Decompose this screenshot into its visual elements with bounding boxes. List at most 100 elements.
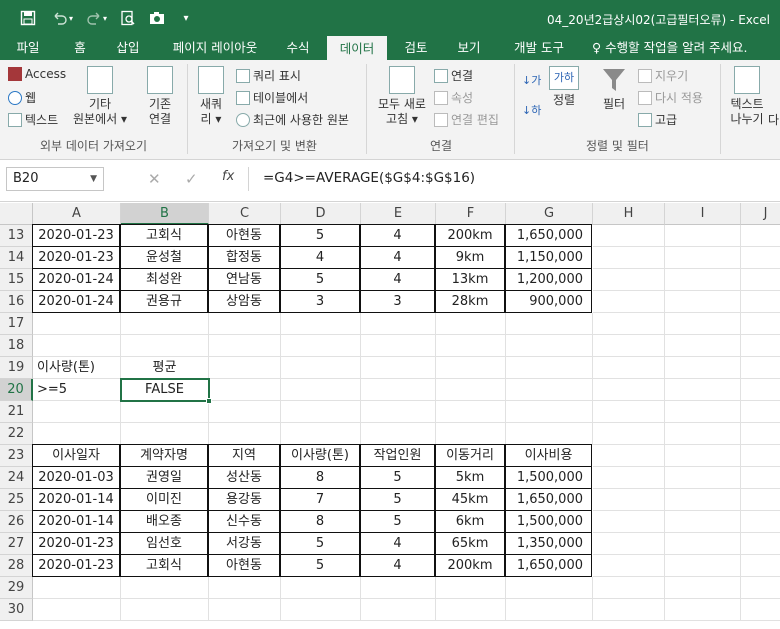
cell-e26[interactable]: 5 — [360, 510, 435, 533]
filter-button[interactable]: 필터 — [596, 66, 632, 112]
print-preview-icon[interactable] — [118, 8, 138, 28]
cell-d19[interactable] — [281, 357, 361, 379]
cell-j23[interactable] — [741, 445, 780, 467]
row-header-17[interactable]: 17 — [0, 313, 33, 335]
row-header-14[interactable]: 14 — [0, 247, 33, 269]
cell-a29[interactable] — [33, 577, 121, 599]
cell-e29[interactable] — [361, 577, 436, 599]
cell-f21[interactable] — [436, 401, 506, 423]
cell-a14[interactable]: 2020-01-23 — [32, 246, 120, 269]
fill-handle[interactable] — [206, 398, 212, 404]
column-header-c[interactable]: C — [209, 203, 281, 225]
cell-c21[interactable] — [209, 401, 281, 423]
cell-c19[interactable] — [209, 357, 281, 379]
cell-h25[interactable] — [593, 489, 665, 511]
cell-c14[interactable]: 합정동 — [208, 246, 280, 269]
cell-c17[interactable] — [209, 313, 281, 335]
cell-d24[interactable]: 8 — [280, 466, 360, 489]
cell-a16[interactable]: 2020-01-24 — [32, 290, 120, 313]
cell-h19[interactable] — [593, 357, 665, 379]
cell-d28[interactable]: 5 — [280, 554, 360, 577]
cell-a17[interactable] — [33, 313, 121, 335]
cell-c16[interactable]: 상암동 — [208, 290, 280, 313]
cell-i18[interactable] — [665, 335, 741, 357]
show-queries-button[interactable]: 쿼리 표시 — [236, 67, 301, 84]
cell-g27[interactable]: 1,350,000 — [505, 532, 592, 555]
cell-h13[interactable] — [593, 225, 665, 247]
cell-g19[interactable] — [506, 357, 593, 379]
cell-a30[interactable] — [33, 599, 121, 621]
cell-b23[interactable]: 계약자명 — [120, 444, 208, 467]
cell-h14[interactable] — [593, 247, 665, 269]
cell-a27[interactable]: 2020-01-23 — [32, 532, 120, 555]
cell-f25[interactable]: 45km — [435, 488, 505, 511]
from-other-sources-button[interactable]: 기타 원본에서 ▾ — [70, 66, 130, 127]
cell-g30[interactable] — [506, 599, 593, 621]
cell-f13[interactable]: 200km — [435, 224, 505, 247]
cell-j17[interactable] — [741, 313, 780, 335]
cell-c27[interactable]: 서강동 — [208, 532, 280, 555]
cell-h26[interactable] — [593, 511, 665, 533]
formula-input[interactable]: =G4>=AVERAGE($G$4:$G$16) — [248, 167, 776, 191]
cell-d25[interactable]: 7 — [280, 488, 360, 511]
cell-d29[interactable] — [281, 577, 361, 599]
row-header-28[interactable]: 28 — [0, 555, 33, 577]
sort-descending-button[interactable]: ↓하 — [522, 102, 541, 118]
text-to-columns-button[interactable]: 텍스트 나누기 — [726, 66, 768, 127]
cell-h29[interactable] — [593, 577, 665, 599]
cell-a28[interactable]: 2020-01-23 — [32, 554, 120, 577]
cell-i22[interactable] — [665, 423, 741, 445]
column-header-i[interactable]: I — [665, 203, 741, 225]
cell-h22[interactable] — [593, 423, 665, 445]
cell-g23[interactable]: 이사비용 — [505, 444, 592, 467]
row-header-24[interactable]: 24 — [0, 467, 33, 489]
cell-e25[interactable]: 5 — [360, 488, 435, 511]
customize-quick-access-icon[interactable]: ▾ — [176, 8, 196, 28]
cell-i21[interactable] — [665, 401, 741, 423]
camera-icon[interactable] — [148, 8, 168, 28]
clear-filter-button[interactable]: 지우기 — [638, 67, 688, 84]
cell-a26[interactable]: 2020-01-14 — [32, 510, 120, 533]
cell-d17[interactable] — [281, 313, 361, 335]
cell-b26[interactable]: 배오종 — [120, 510, 208, 533]
cell-f29[interactable] — [436, 577, 506, 599]
sort-button[interactable]: 가하 정렬 — [546, 66, 582, 108]
column-header-j[interactable]: J — [741, 203, 780, 225]
insert-function-icon[interactable]: fx — [222, 169, 234, 184]
cell-c13[interactable]: 아현동 — [208, 224, 280, 247]
refresh-all-button[interactable]: 모두 새로 고침 ▾ — [372, 66, 432, 127]
select-all-corner[interactable] — [0, 203, 33, 225]
cell-e14[interactable]: 4 — [360, 246, 435, 269]
cell-a19[interactable]: 이사량(톤) — [33, 357, 121, 379]
cell-d16[interactable]: 3 — [280, 290, 360, 313]
cell-j13[interactable] — [741, 225, 780, 247]
cell-b15[interactable]: 최성완 — [120, 268, 208, 291]
row-header-23[interactable]: 23 — [0, 445, 33, 467]
cell-f18[interactable] — [436, 335, 506, 357]
cell-e15[interactable]: 4 — [360, 268, 435, 291]
cell-j14[interactable] — [741, 247, 780, 269]
cell-e23[interactable]: 작업인원 — [360, 444, 435, 467]
row-header-30[interactable]: 30 — [0, 599, 33, 621]
cell-i20[interactable] — [665, 379, 741, 401]
from-access-button[interactable]: Access — [8, 67, 66, 81]
cell-f23[interactable]: 이동거리 — [435, 444, 505, 467]
cell-g22[interactable] — [506, 423, 593, 445]
cell-j28[interactable] — [741, 555, 780, 577]
cell-i13[interactable] — [665, 225, 741, 247]
cell-i15[interactable] — [665, 269, 741, 291]
cell-c18[interactable] — [209, 335, 281, 357]
cell-c20[interactable] — [209, 379, 281, 401]
connections-button[interactable]: 연결 — [434, 67, 473, 84]
cell-e28[interactable]: 4 — [360, 554, 435, 577]
cell-d21[interactable] — [281, 401, 361, 423]
column-header-g[interactable]: G — [506, 203, 593, 225]
cell-j26[interactable] — [741, 511, 780, 533]
row-header-27[interactable]: 27 — [0, 533, 33, 555]
cell-e18[interactable] — [361, 335, 436, 357]
edit-links-button[interactable]: 연결 편집 — [434, 111, 499, 128]
cell-h20[interactable] — [593, 379, 665, 401]
cell-f27[interactable]: 65km — [435, 532, 505, 555]
cell-e21[interactable] — [361, 401, 436, 423]
cell-b14[interactable]: 윤성철 — [120, 246, 208, 269]
